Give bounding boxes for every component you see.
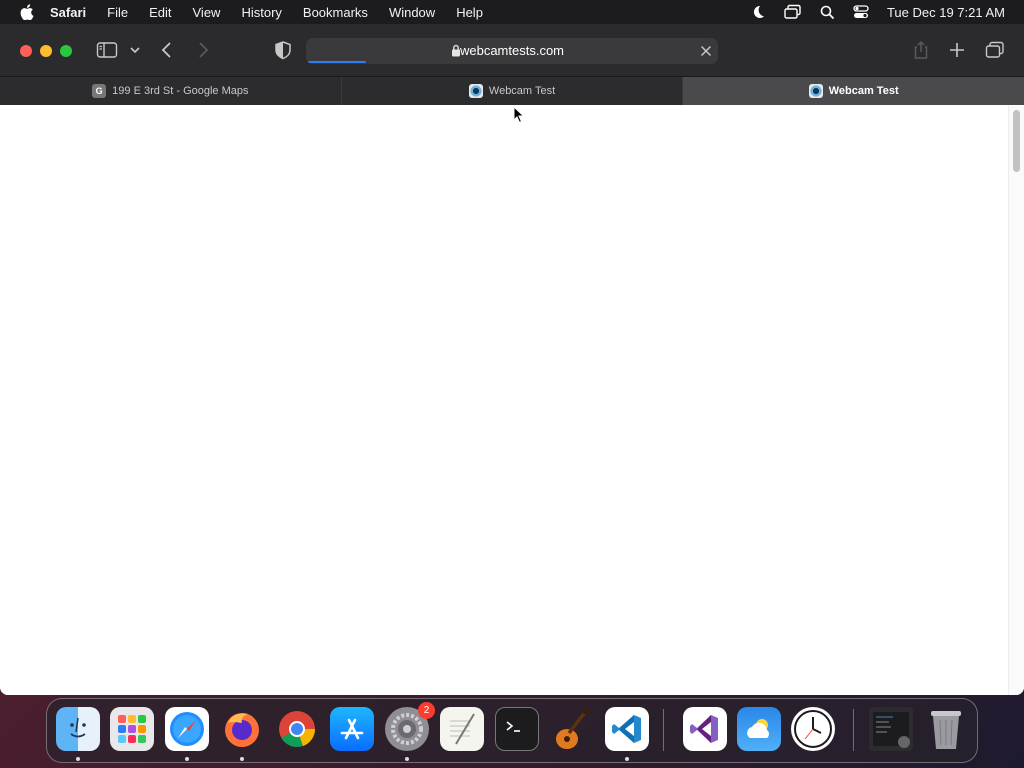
system-preferences-running-indicator [405, 757, 409, 761]
visual-studio-icon[interactable] [683, 707, 727, 751]
menu-window[interactable]: Window [389, 5, 435, 20]
textedit-icon[interactable] [440, 707, 484, 751]
system-preferences-icon[interactable]: 2 [385, 702, 435, 751]
stop-loading-icon[interactable] [700, 44, 712, 62]
google-chrome-icon[interactable] [275, 707, 319, 751]
downloads-stack-icon[interactable] [869, 707, 913, 751]
menu-view[interactable]: View [193, 5, 221, 20]
close-window-button[interactable] [20, 45, 32, 57]
google-maps-favicon-icon: G [92, 84, 107, 98]
firefox-running-indicator [240, 757, 244, 761]
moon-icon[interactable] [750, 4, 766, 20]
address-bar[interactable]: webcamtests.com [306, 38, 718, 64]
tab-google-maps[interactable]: G 199 E 3rd St - Google Maps [0, 77, 342, 105]
weather-icon[interactable] [737, 707, 781, 751]
minimize-window-button[interactable] [40, 45, 52, 57]
safari-running-indicator [185, 757, 189, 761]
visual-studio-code-icon[interactable] [605, 707, 649, 751]
tab-bar: G 199 E 3rd St - Google Maps Webcam Test… [0, 77, 1024, 105]
control-center-icon[interactable] [853, 4, 869, 20]
menu-help[interactable]: Help [456, 5, 483, 20]
back-arrow-icon[interactable] [160, 41, 174, 59]
address-bar-url: webcamtests.com [459, 43, 565, 58]
tab-webcam-test-active[interactable]: Webcam Test [683, 77, 1024, 105]
scrollbar-thumb[interactable] [1013, 110, 1020, 172]
notification-badge: 2 [418, 702, 435, 719]
webcam-favicon-icon [808, 84, 823, 98]
app-store-icon[interactable] [330, 707, 374, 751]
forward-arrow-icon[interactable] [196, 41, 210, 59]
dock-separator [663, 709, 664, 751]
browser-toolbar: webcamtests.com [0, 24, 1024, 77]
webcam-favicon-icon [468, 84, 483, 98]
menu-history[interactable]: History [241, 5, 281, 20]
privacy-shield-icon[interactable] [274, 40, 292, 60]
launchpad-icon[interactable] [110, 707, 154, 751]
new-tab-icon[interactable] [948, 41, 966, 59]
share-icon[interactable] [912, 40, 930, 60]
web-page-content[interactable] [0, 106, 1024, 695]
vertical-scrollbar[interactable] [1008, 106, 1024, 695]
finder-icon[interactable] [56, 707, 100, 751]
menu-file[interactable]: File [107, 5, 128, 20]
dock: 2 [46, 698, 978, 763]
safari-window: webcamtests.com G 199 E 3rd St - Google … [0, 24, 1024, 695]
safari-icon[interactable] [165, 707, 209, 751]
vscode-running-indicator [625, 757, 629, 761]
page-load-progress [308, 61, 366, 63]
mouse-pointer-icon [513, 105, 525, 129]
menu-bar: Safari File Edit View History Bookmarks … [0, 0, 1024, 24]
screen-mirroring-icon[interactable] [784, 4, 802, 20]
trash-icon[interactable] [924, 707, 968, 751]
menu-app-name[interactable]: Safari [50, 5, 86, 20]
tab-title: Webcam Test [828, 85, 899, 97]
terminal-icon[interactable] [495, 707, 539, 751]
firefox-icon[interactable] [220, 707, 264, 751]
garageband-icon[interactable] [550, 707, 594, 751]
tab-overview-icon[interactable] [985, 41, 1005, 59]
tab-title: 199 E 3rd St - Google Maps [112, 85, 249, 97]
spotlight-search-icon[interactable] [820, 5, 835, 20]
clock-icon[interactable] [791, 707, 835, 751]
maximize-window-button[interactable] [60, 45, 72, 57]
tab-title: Webcam Test [488, 85, 556, 97]
menubar-clock[interactable]: Tue Dec 19 7:21 AM [887, 5, 1005, 20]
dock-separator [853, 709, 854, 751]
menu-bookmarks[interactable]: Bookmarks [303, 5, 368, 20]
finder-running-indicator [76, 757, 80, 761]
chevron-down-icon[interactable] [129, 46, 141, 54]
apple-menu-icon[interactable] [18, 3, 36, 21]
sidebar-toggle-icon[interactable] [96, 41, 118, 59]
tab-webcam-test[interactable]: Webcam Test [341, 77, 684, 105]
menu-edit[interactable]: Edit [149, 5, 171, 20]
